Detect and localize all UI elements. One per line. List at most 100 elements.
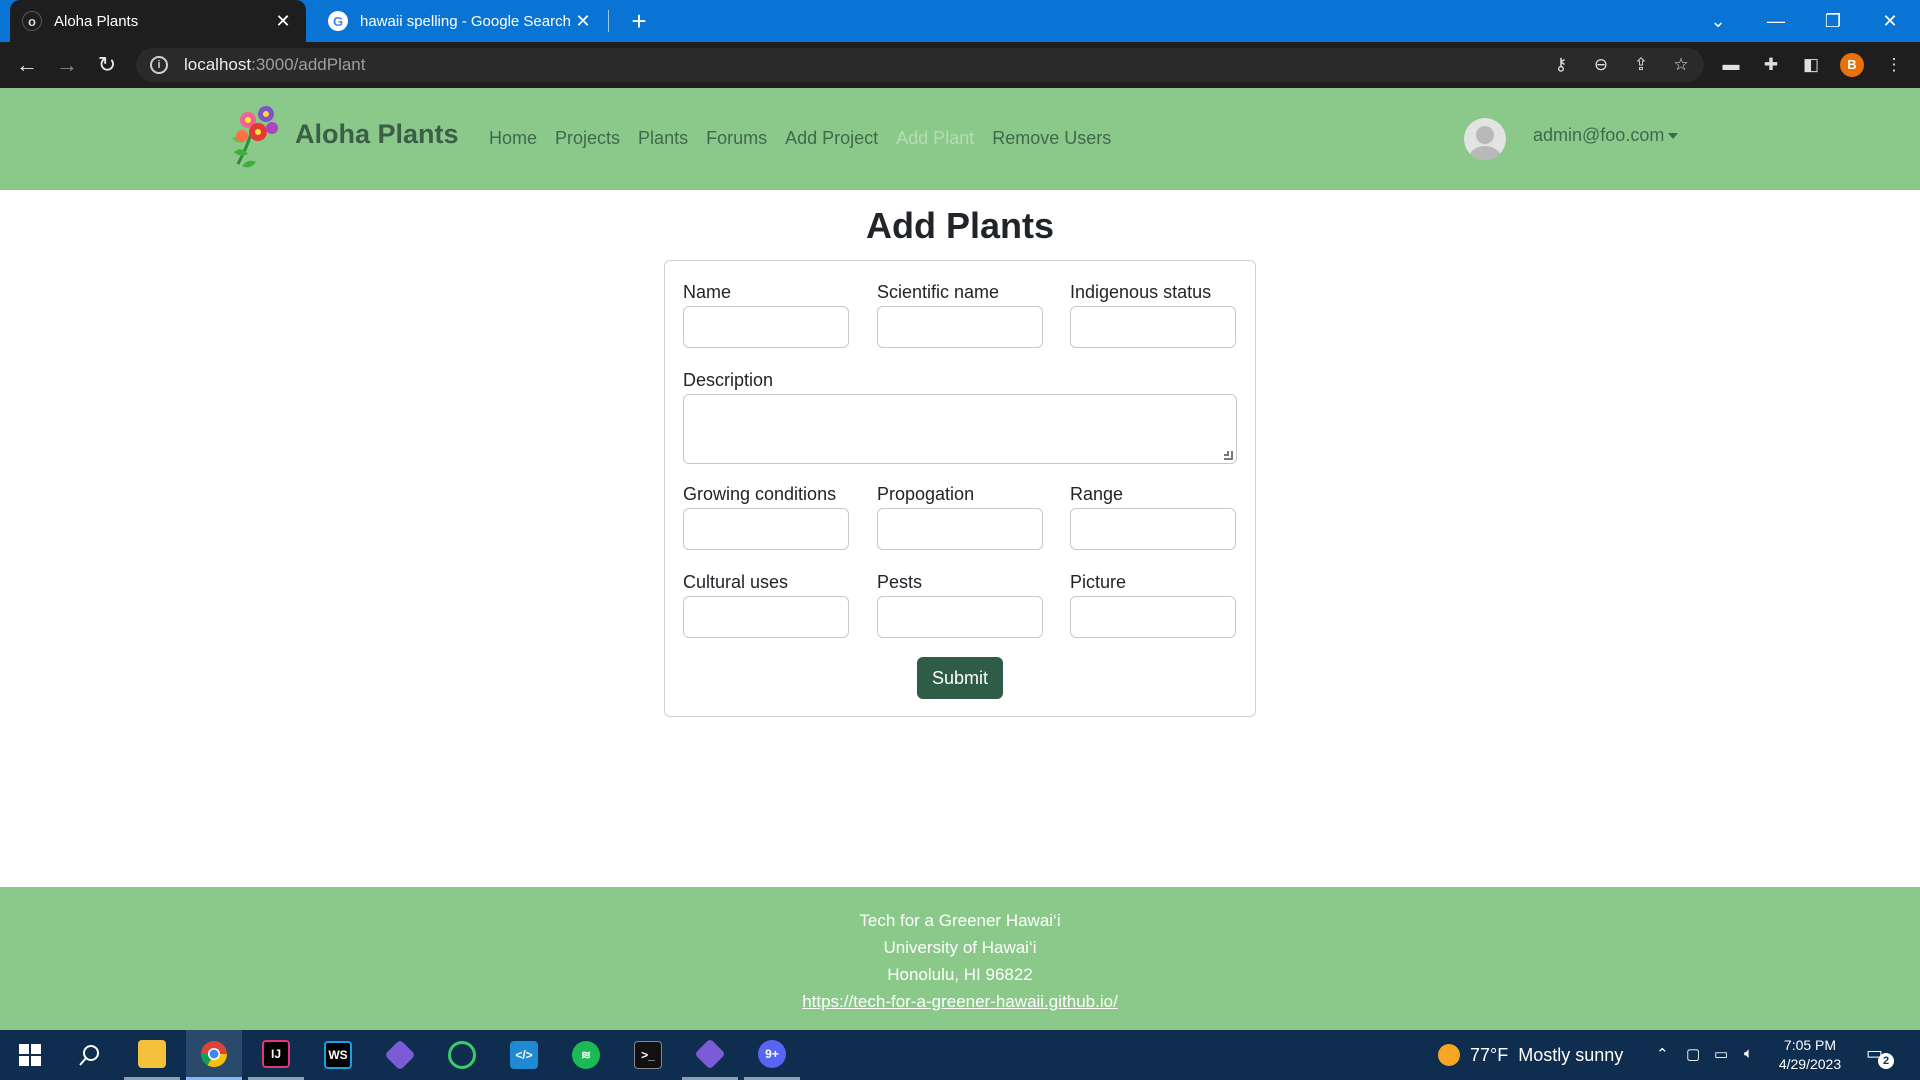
- nav-link-forums[interactable]: Forums: [706, 128, 767, 149]
- discord-icon[interactable]: 9+: [744, 1030, 800, 1080]
- footer-line-org: Tech for a Greener Hawai‘i: [859, 911, 1061, 930]
- tab-separator: [608, 10, 609, 32]
- extension-keyboard-icon[interactable]: ▬: [1719, 54, 1743, 76]
- new-tab-button[interactable]: +: [624, 6, 654, 36]
- notification-count: 2: [1878, 1053, 1894, 1069]
- tab-title: hawaii spelling - Google Search: [360, 12, 571, 30]
- profile-avatar[interactable]: B: [1840, 53, 1864, 77]
- forward-arrow-icon[interactable]: →: [52, 50, 82, 80]
- site-info-icon[interactable]: i: [150, 56, 168, 74]
- propogation-input[interactable]: [877, 508, 1043, 550]
- tab-close-icon[interactable]: ✕: [572, 11, 594, 32]
- site-navbar: Aloha Plants Home Projects Plants Forums…: [0, 88, 1920, 190]
- nav-link-add-project[interactable]: Add Project: [785, 128, 878, 149]
- picture-input[interactable]: [1070, 596, 1236, 638]
- zoom-icon[interactable]: ⊖: [1590, 54, 1612, 76]
- name-label: Name: [683, 282, 732, 302]
- footer-link[interactable]: https://tech-for-a-greener-hawaii.github…: [0, 988, 1920, 1015]
- bookmark-star-icon[interactable]: ☆: [1670, 54, 1692, 76]
- search-icon[interactable]: [62, 1030, 118, 1080]
- meet-now-icon[interactable]: ▢: [1686, 1045, 1700, 1063]
- user-avatar-icon[interactable]: [1464, 118, 1506, 160]
- partly-sunny-icon: [1438, 1044, 1460, 1066]
- battery-icon[interactable]: ▭: [1714, 1045, 1728, 1063]
- indigenous-status-label: Indigenous status: [1070, 282, 1212, 302]
- cultural-uses-label: Cultural uses: [683, 572, 789, 592]
- system-clock[interactable]: 7:05 PM 4/29/2023: [1772, 1036, 1848, 1074]
- caret-down-icon: [1668, 133, 1679, 140]
- tab-search-icon[interactable]: ⌄: [1690, 0, 1746, 42]
- growing-conditions-input[interactable]: [683, 508, 849, 550]
- range-input[interactable]: [1070, 508, 1236, 550]
- nav-link-plants[interactable]: Plants: [638, 128, 688, 149]
- name-input[interactable]: [683, 306, 849, 348]
- nav-link-add-plant[interactable]: Add Plant: [896, 128, 974, 149]
- user-email: admin@foo.com: [1533, 125, 1665, 145]
- clock-time: 7:05 PM: [1783, 1037, 1837, 1053]
- back-arrow-icon[interactable]: ←: [12, 50, 42, 80]
- description-textarea[interactable]: [683, 394, 1237, 464]
- footer-line-university: University of Hawai‘i: [883, 938, 1037, 957]
- webstorm-icon[interactable]: WS: [310, 1030, 366, 1080]
- minimize-button[interactable]: —: [1748, 0, 1804, 42]
- browser-menu-icon[interactable]: ⋮: [1882, 54, 1906, 76]
- footer-line-address: Honolulu, HI 96822: [887, 965, 1033, 984]
- nav-link-remove-users[interactable]: Remove Users: [992, 128, 1111, 149]
- circle-app-icon[interactable]: [434, 1030, 490, 1080]
- address-bar[interactable]: i localhost:3000/addPlant: [136, 48, 1704, 82]
- tab-title: Aloha Plants: [54, 12, 139, 30]
- scientific-name-label: Scientific name: [877, 282, 1000, 302]
- chrome-icon[interactable]: [186, 1030, 242, 1080]
- nav-links: Home Projects Plants Forums Add Project …: [489, 128, 1111, 149]
- weather-description: Mostly sunny: [1518, 1044, 1624, 1065]
- propogation-label: Propogation: [877, 484, 975, 504]
- git-client-2-icon[interactable]: [682, 1030, 738, 1080]
- windows-taskbar: IJ WS </> ≋ >_ 9+ 77°F Mostly sunny ⌃ ▢ …: [0, 1030, 1920, 1080]
- growing-conditions-label: Growing conditions: [683, 484, 837, 504]
- google-favicon-icon: G: [328, 11, 348, 31]
- site-footer: Tech for a Greener Hawai‘i University of…: [0, 887, 1920, 1030]
- nav-link-projects[interactable]: Projects: [555, 128, 620, 149]
- cultural-uses-input[interactable]: [683, 596, 849, 638]
- tab-google-search[interactable]: G hawaii spelling - Google Search ✕: [318, 0, 604, 42]
- range-label: Range: [1070, 484, 1124, 504]
- hibiscus-logo-icon[interactable]: [228, 102, 288, 172]
- spotify-icon[interactable]: ≋: [558, 1030, 614, 1080]
- submit-button[interactable]: Submit: [917, 657, 1003, 699]
- chevron-up-icon[interactable]: ⌃: [1656, 1045, 1669, 1063]
- windows-start-icon[interactable]: [2, 1030, 58, 1080]
- user-dropdown[interactable]: admin@foo.com: [1533, 125, 1679, 146]
- vscode-icon[interactable]: </>: [496, 1030, 552, 1080]
- url-path: :3000/addPlant: [251, 55, 366, 74]
- scientific-name-input[interactable]: [877, 306, 1043, 348]
- tab-close-icon[interactable]: ✕: [272, 11, 294, 32]
- weather-widget[interactable]: 77°F Mostly sunny: [1438, 1044, 1623, 1066]
- indigenous-status-input[interactable]: [1070, 306, 1236, 348]
- pests-input[interactable]: [877, 596, 1043, 638]
- browser-tabstrip: o Aloha Plants ✕ G hawaii spelling - Goo…: [0, 0, 1920, 42]
- weather-temp: 77°F: [1470, 1044, 1509, 1065]
- file-explorer-icon[interactable]: [124, 1030, 180, 1080]
- resize-handle-icon[interactable]: [1224, 451, 1233, 460]
- description-label: Description: [683, 370, 774, 390]
- git-client-icon[interactable]: [372, 1030, 428, 1080]
- restore-button[interactable]: ❐: [1805, 0, 1861, 42]
- share-icon[interactable]: ⇪: [1630, 54, 1652, 76]
- password-key-icon[interactable]: ⚷: [1550, 54, 1572, 76]
- notification-center-icon[interactable]: ▭ 2: [1866, 1043, 1894, 1069]
- side-panel-icon[interactable]: ◧: [1799, 54, 1823, 76]
- page-title: Add Plants: [865, 205, 1054, 246]
- extensions-puzzle-icon[interactable]: ✚: [1759, 54, 1783, 76]
- picture-label: Picture: [1070, 572, 1127, 592]
- intellij-icon[interactable]: IJ: [248, 1030, 304, 1080]
- nav-link-home[interactable]: Home: [489, 128, 537, 149]
- reload-icon[interactable]: ↻: [92, 50, 122, 80]
- terminal-icon[interactable]: >_: [620, 1030, 676, 1080]
- brand-title[interactable]: Aloha Plants: [295, 119, 459, 150]
- close-window-button[interactable]: ✕: [1862, 0, 1918, 42]
- tab-aloha-plants[interactable]: o Aloha Plants ✕: [10, 0, 306, 42]
- pests-label: Pests: [877, 572, 923, 592]
- url-host: localhost: [184, 55, 252, 74]
- aloha-plants-favicon-icon: o: [22, 11, 42, 31]
- volume-icon[interactable]: 🔈︎: [1744, 1045, 1753, 1062]
